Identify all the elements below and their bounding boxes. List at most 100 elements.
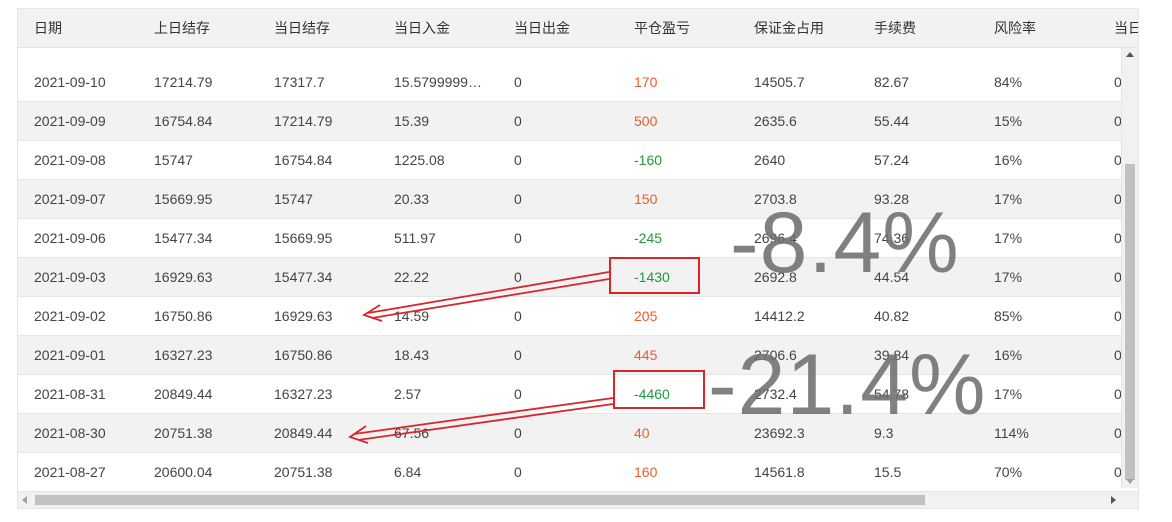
cell-fee: 82.67: [874, 74, 910, 90]
cell-withdrawal: 0: [514, 152, 522, 168]
cell-date: 2021-08-31: [34, 386, 106, 402]
cell-risk: 17%: [994, 191, 1023, 207]
scroll-down-arrow-icon[interactable]: [1126, 479, 1134, 484]
column-header-prev-balance[interactable]: 上日结存: [154, 9, 264, 47]
cell-deposit: 20.33: [394, 191, 430, 207]
table-row[interactable]: 2021-09-02 16750.86 16929.63 14.59 0 205 14412…: [18, 297, 1122, 336]
column-header-next[interactable]: 当日: [1114, 9, 1138, 47]
column-header-deposit[interactable]: 当日入金: [394, 9, 484, 47]
table-row[interactable]: 2021-08-27 20600.04 20751.38 6.84 0 160 14561.…: [18, 453, 1122, 492]
cell-deposit: 67.56: [394, 425, 430, 441]
column-header-withdrawal[interactable]: 当日出金: [514, 9, 624, 47]
cell-risk: 114%: [994, 425, 1029, 441]
cell-risk: 15%: [994, 113, 1023, 129]
cell-date: 2021-08-27: [34, 464, 106, 480]
cell-close-pnl: 170: [634, 74, 658, 90]
column-header-margin[interactable]: 保证金占用: [754, 9, 864, 47]
cell-fee: 40.82: [874, 308, 910, 324]
cell-deposit: 14.59: [394, 308, 430, 324]
cell-balance: 20751.38: [274, 464, 333, 480]
cell-risk: 17%: [994, 230, 1023, 246]
cell-balance: 16750.86: [274, 347, 333, 363]
cell-withdrawal: 0: [514, 269, 522, 285]
cell-risk: 85%: [994, 308, 1023, 324]
table-row[interactable]: 2021-09-10 17214.79 17317.7 15.5799999… 0 170…: [18, 63, 1122, 102]
table-row[interactable]: 2021-09-08 15747 16754.84 1225.08 0 -160 2640 5…: [18, 141, 1122, 180]
cell-margin: 14412.2: [754, 308, 805, 324]
scroll-left-arrow-icon[interactable]: [22, 496, 27, 504]
cell-deposit: 6.84: [394, 464, 422, 480]
cell-prev-balance: 16327.23: [154, 347, 213, 363]
cell-margin: 2640: [754, 152, 786, 168]
cell-close-pnl: -245: [634, 230, 663, 246]
cell-withdrawal: 0: [514, 308, 522, 324]
vertical-scrollbar[interactable]: [1121, 48, 1138, 488]
cell-date: 2021-09-02: [34, 308, 106, 324]
table-header: 日期上日结存当日结存当日入金当日出金平仓盈亏保证金占用手续费风险率当日: [18, 9, 1138, 48]
cell-withdrawal: 0: [514, 347, 522, 363]
column-header-fee[interactable]: 手续费: [874, 9, 984, 47]
cell-fee: 57.24: [874, 152, 910, 168]
scroll-right-arrow-icon[interactable]: [1111, 496, 1116, 504]
cell-balance: 17214.79: [274, 113, 333, 129]
highlight-box-4460: [613, 370, 705, 409]
cell-prev-balance: 20849.44: [154, 386, 213, 402]
column-header-risk[interactable]: 风险率: [994, 9, 1104, 47]
table-row[interactable]: 2021-09-09 16754.84 17214.79 15.39 0 500 2635.…: [18, 102, 1122, 141]
cell-withdrawal: 0: [514, 464, 522, 480]
cell-close-pnl: 205: [634, 308, 658, 324]
cell-date: 2021-09-06: [34, 230, 106, 246]
cell-withdrawal: 0: [514, 113, 522, 129]
cell-prev-balance: 15477.34: [154, 230, 213, 246]
cell-risk: 70%: [994, 464, 1023, 480]
cell-deposit: 511.97: [394, 230, 436, 246]
cell-prev-balance: 16750.86: [154, 308, 213, 324]
column-header-date[interactable]: 日期: [34, 9, 144, 47]
column-header-balance[interactable]: 当日结存: [274, 9, 384, 47]
cell-deposit: 15.39: [394, 113, 430, 129]
cell-risk: 16%: [994, 152, 1023, 168]
cell-date: 2021-08-30: [34, 425, 106, 441]
cell-withdrawal: 0: [514, 230, 522, 246]
cell-balance: 16327.23: [274, 386, 333, 402]
cell-risk: 17%: [994, 386, 1023, 402]
cell-close-pnl: 160: [634, 464, 658, 480]
data-table: 日期上日结存当日结存当日入金当日出金平仓盈亏保证金占用手续费风险率当日 2021…: [17, 8, 1139, 509]
cell-deposit: 18.43: [394, 347, 430, 363]
cell-balance: 15669.95: [274, 230, 333, 246]
horizontal-scroll-thumb[interactable]: [35, 495, 925, 505]
cell-balance: 20849.44: [274, 425, 333, 441]
cell-close-pnl: -160: [634, 152, 663, 168]
cell-withdrawal: 0: [514, 191, 522, 207]
horizontal-scrollbar[interactable]: [18, 491, 1138, 508]
cell-balance: 15747: [274, 191, 313, 207]
cell-deposit: 2.57: [394, 386, 422, 402]
cell-prev-balance: 16929.63: [154, 269, 213, 285]
cell-prev-balance: 15747: [154, 152, 193, 168]
cell-prev-balance: 17214.79: [154, 74, 213, 90]
cell-date: 2021-09-09: [34, 113, 106, 129]
cell-date: 2021-09-03: [34, 269, 106, 285]
cell-withdrawal: 0: [514, 386, 522, 402]
scroll-up-arrow-icon[interactable]: [1126, 52, 1134, 57]
table-body-top-spacer: [18, 48, 1122, 64]
cell-balance: 16929.63: [274, 308, 333, 324]
cell-deposit: 22.22: [394, 269, 430, 285]
column-header-close-pnl[interactable]: 平仓盈亏: [634, 9, 744, 47]
cell-withdrawal: 0: [514, 74, 522, 90]
cell-date: 2021-09-01: [34, 347, 106, 363]
cell-prev-balance: 16754.84: [154, 113, 213, 129]
vertical-scroll-thumb[interactable]: [1125, 164, 1135, 480]
cell-date: 2021-09-07: [34, 191, 106, 207]
cell-risk: 16%: [994, 347, 1023, 363]
cell-fee: 15.5: [874, 464, 902, 480]
cell-margin: 14561.8: [754, 464, 805, 480]
cell-deposit: 15.5799999…: [394, 74, 482, 90]
cell-margin: 14505.7: [754, 74, 805, 90]
loss-percent-overlay-1: -8.4%: [730, 195, 960, 291]
cell-fee: 55.44: [874, 113, 910, 129]
cell-prev-balance: 20600.04: [154, 464, 213, 480]
cell-close-pnl: 500: [634, 113, 658, 129]
cell-prev-balance: 20751.38: [154, 425, 213, 441]
highlight-box-1430: [609, 257, 700, 294]
